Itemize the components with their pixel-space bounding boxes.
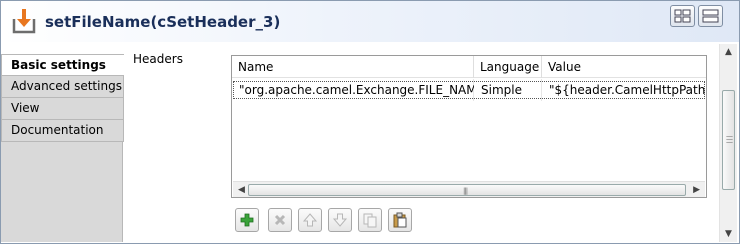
tab-view[interactable]: View bbox=[1, 98, 124, 120]
add-icon bbox=[240, 213, 254, 227]
move-down-icon bbox=[332, 213, 348, 227]
headers-table: Name Language Value "org.apache.camel.Ex… bbox=[231, 55, 707, 198]
scroll-left-icon[interactable]: ◀ bbox=[238, 185, 245, 195]
move-up-icon bbox=[302, 213, 318, 227]
grip-icon: — — — bbox=[726, 132, 733, 146]
copy-button[interactable] bbox=[358, 208, 382, 232]
add-row-button[interactable] bbox=[235, 208, 259, 232]
horizontal-scrollbar[interactable]: ◀ ||| ▶ bbox=[233, 181, 705, 197]
paste-icon bbox=[393, 212, 407, 228]
vertical-scrollbar[interactable]: ▲ — — — ▼ bbox=[719, 44, 737, 242]
tab-basic-settings[interactable]: Basic settings bbox=[1, 54, 124, 76]
scroll-up-icon[interactable]: ▲ bbox=[725, 47, 732, 57]
move-down-button[interactable] bbox=[328, 208, 352, 232]
horizontal-scroll-thumb[interactable]: ||| bbox=[248, 184, 686, 196]
delete-icon bbox=[274, 214, 286, 226]
table-row[interactable]: "org.apache.camel.Exchange.FILE_NAME" Si… bbox=[233, 81, 705, 99]
component-title: setFileName(cSetHeader_3) bbox=[45, 13, 281, 31]
column-header-name[interactable]: Name bbox=[232, 56, 474, 78]
table-header-row: Name Language Value bbox=[232, 56, 706, 78]
grid-layout-icon bbox=[674, 9, 691, 23]
headers-label: Headers bbox=[133, 52, 183, 66]
copy-icon bbox=[363, 213, 377, 228]
download-component-icon bbox=[11, 7, 37, 35]
cell-name[interactable]: "org.apache.camel.Exchange.FILE_NAME" bbox=[239, 82, 474, 98]
grid-layout-button[interactable] bbox=[670, 5, 695, 27]
column-header-language[interactable]: Language bbox=[474, 56, 542, 78]
column-header-value[interactable]: Value bbox=[542, 56, 706, 78]
cell-language[interactable]: Simple bbox=[481, 82, 543, 98]
scroll-right-icon[interactable]: ▶ bbox=[693, 185, 700, 195]
cell-value[interactable]: "${header.CamelHttpPath}" bbox=[549, 82, 705, 98]
component-header: setFileName(cSetHeader_3) bbox=[1, 1, 739, 42]
vertical-scroll-thumb[interactable]: — — — bbox=[722, 90, 735, 190]
delete-row-button[interactable] bbox=[268, 208, 292, 232]
scroll-down-icon[interactable]: ▼ bbox=[725, 229, 732, 239]
move-up-button[interactable] bbox=[298, 208, 322, 232]
rows-layout-button[interactable] bbox=[698, 5, 723, 27]
tab-advanced-settings[interactable]: Advanced settings bbox=[1, 76, 124, 98]
rows-layout-icon bbox=[702, 9, 719, 23]
paste-button[interactable] bbox=[388, 208, 412, 232]
tabs-background bbox=[1, 142, 123, 242]
settings-tabs: Basic settings Advanced settings View Do… bbox=[1, 54, 124, 142]
tab-documentation[interactable]: Documentation bbox=[1, 120, 124, 142]
grip-icon: ||| bbox=[463, 187, 468, 195]
